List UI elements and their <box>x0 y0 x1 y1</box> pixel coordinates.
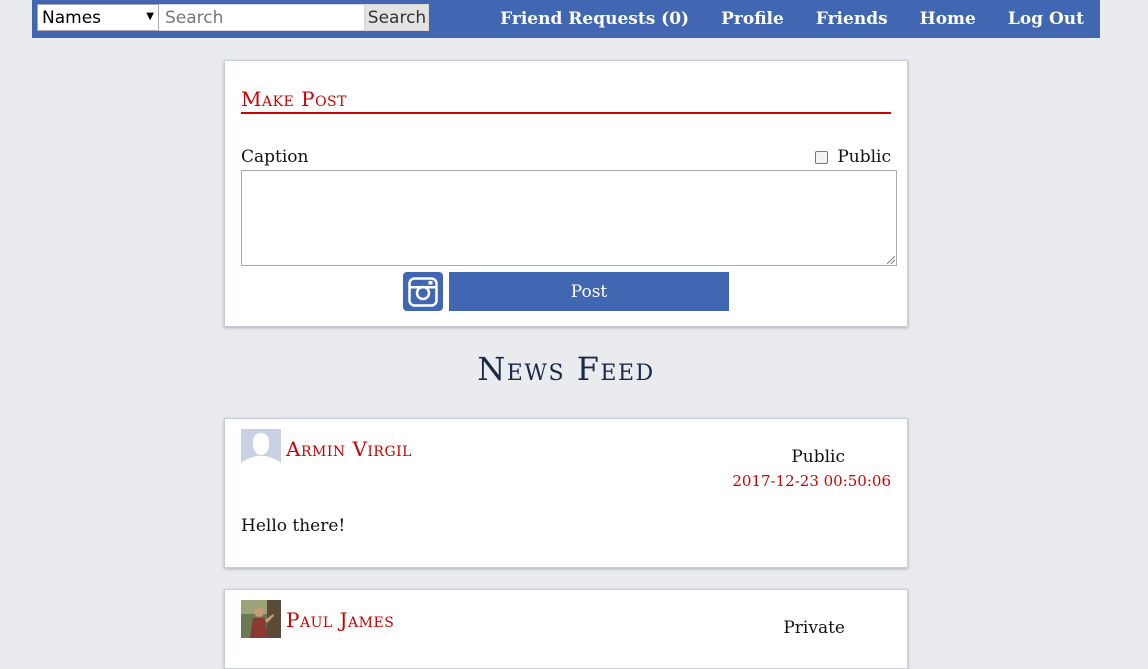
post-visibility: Public <box>791 447 845 467</box>
camera-icon <box>408 276 438 307</box>
photo-upload-button[interactable] <box>403 272 443 311</box>
avatar[interactable] <box>241 429 281 467</box>
post-timestamp: 2017-12-23 00:50:06 <box>732 472 891 490</box>
caption-label: Caption <box>241 147 309 167</box>
nav-link-home[interactable]: Home <box>920 9 976 29</box>
dropdown-caret-icon: ▼ <box>146 11 154 22</box>
nav-link-log-out[interactable]: Log Out <box>1008 9 1084 29</box>
search-type-value: Names <box>42 7 102 28</box>
make-post-title: Make Post <box>241 87 891 114</box>
post-author[interactable]: Paul James <box>286 608 394 632</box>
search-bar: Names ▼ Search Search <box>37 4 429 31</box>
search-type-select[interactable]: Names ▼ <box>37 4 159 31</box>
search-input[interactable]: Search <box>159 4 365 31</box>
public-toggle[interactable]: Public <box>815 147 891 167</box>
nav-link-friends[interactable]: Friends <box>816 9 888 29</box>
top-navbar: Names ▼ Search Search Friend Requests (0… <box>32 0 1100 38</box>
post-button[interactable]: Post <box>449 272 729 311</box>
caption-textarea[interactable] <box>241 170 897 266</box>
feed-post: Armin Virgil Public 2017-12-23 00:50:06 … <box>224 418 908 568</box>
post-visibility: Private <box>783 618 845 638</box>
public-label: Public <box>837 147 891 167</box>
nav-link-friend-requests[interactable]: Friend Requests (0) <box>500 9 689 29</box>
public-checkbox[interactable] <box>815 150 829 164</box>
search-button[interactable]: Search <box>365 4 429 31</box>
post-author[interactable]: Armin Virgil <box>286 437 412 461</box>
news-feed-title: News Feed <box>477 350 655 388</box>
default-avatar-icon <box>241 429 281 467</box>
nav-links: Friend Requests (0) Profile Friends Home… <box>500 0 1084 38</box>
user-photo-avatar <box>241 600 281 638</box>
resize-handle-icon[interactable] <box>887 256 895 264</box>
avatar[interactable] <box>241 600 281 638</box>
feed-post: Paul James Private <box>224 589 908 669</box>
nav-link-profile[interactable]: Profile <box>721 9 784 29</box>
post-body: Hello there! <box>241 516 346 536</box>
make-post-card: Make Post Caption Public Post <box>224 60 908 327</box>
search-placeholder: Search <box>165 7 224 28</box>
